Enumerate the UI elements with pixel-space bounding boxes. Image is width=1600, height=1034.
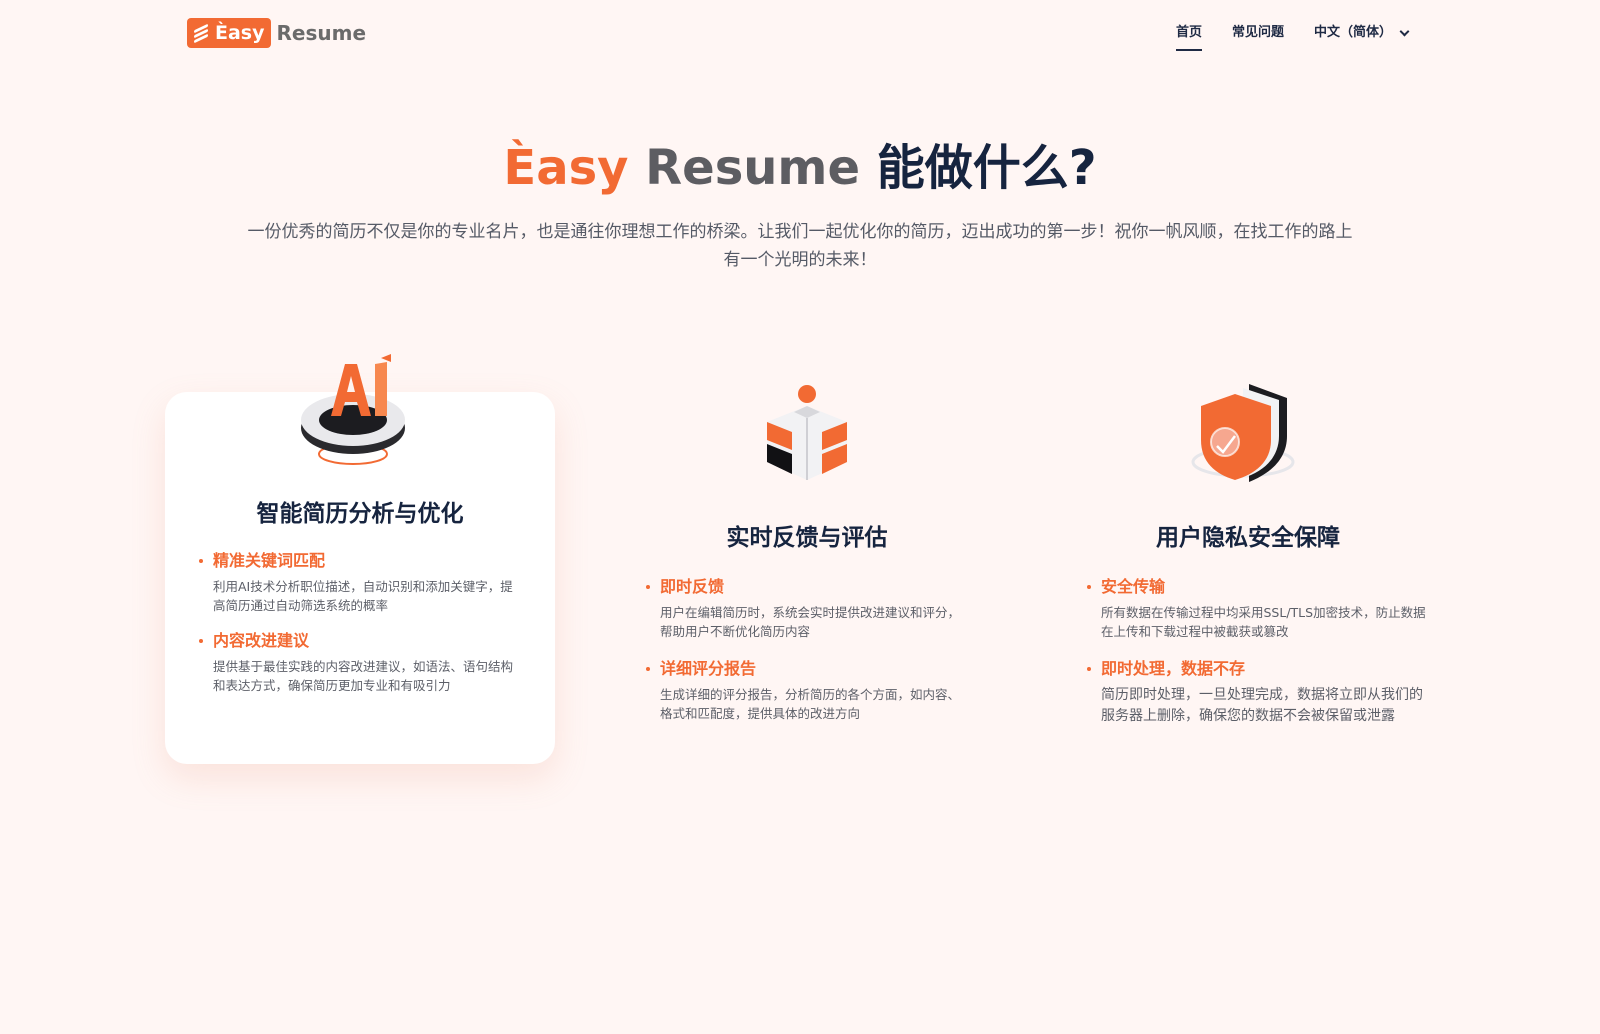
page-title: Èasy Resume 能做什么? xyxy=(0,135,1600,201)
ai-icon xyxy=(301,354,405,465)
logo-badge: Èasy xyxy=(187,18,271,48)
feature-item: 安全传输 所有数据在传输过程中均采用SSL/TLS加密技术，防止数据在上传和下载… xyxy=(1087,576,1427,641)
bullet-icon xyxy=(1087,667,1091,671)
title-rest: 能做什么? xyxy=(876,140,1097,196)
feature-desc: 生成详细的评分报告，分析简历的各个方面，如内容、格式和匹配度，提供具体的改进方向 xyxy=(660,687,961,721)
feature-card-feedback[interactable]: 实时反馈与评估 即时反馈 用户在编辑简历时，系统会实时提供改进建议和评分，帮助用… xyxy=(612,385,1002,764)
bullet-icon xyxy=(1087,585,1091,589)
nav-home[interactable]: 首页 xyxy=(1175,21,1202,51)
logo-text: Resume xyxy=(276,21,367,45)
card-title: 实时反馈与评估 xyxy=(726,525,888,551)
bullet-icon xyxy=(199,639,203,643)
feature-title: 精准关键词匹配 xyxy=(213,551,326,570)
cube-blocks-icon xyxy=(767,385,847,480)
logo-mark-icon xyxy=(192,23,210,44)
bullet-icon xyxy=(199,559,203,563)
logo[interactable]: Èasy Resume xyxy=(187,18,366,48)
feature-title: 即时反馈 xyxy=(660,577,725,596)
feature-desc: 简历即时处理，一旦处理完成，数据将立即从我们的服务器上删除，确保您的数据不会被保… xyxy=(1101,687,1423,724)
logo-badge-text: Èasy xyxy=(215,22,265,44)
title-easy: Èasy xyxy=(503,140,629,196)
feature-title: 内容改进建议 xyxy=(213,631,310,650)
feature-desc: 提供基于最佳实践的内容改进建议，如语法、语句结构和表达方式，确保简历更加专业和有… xyxy=(213,659,514,693)
feature-card-privacy[interactable]: 用户隐私安全保障 安全传输 所有数据在传输过程中均采用SSL/TLS加密技术，防… xyxy=(1053,384,1443,764)
feature-item: 即时反馈 用户在编辑简历时，系统会实时提供改进建议和评分，帮助用户不断优化简历内… xyxy=(646,576,966,641)
feature-item: 精准关键词匹配 利用AI技术分析职位描述，自动识别和添加关键字，提高简历通过自动… xyxy=(199,550,519,615)
top-nav: 首页 常见问题 中文（简体） xyxy=(1146,0,1410,66)
feature-card-ai[interactable]: 智能简历分析与优化 精准关键词匹配 利用AI技术分析职位描述，自动识别和添加关键… xyxy=(165,354,555,764)
nav-faq[interactable]: 常见问题 xyxy=(1232,21,1284,45)
shield-icon xyxy=(1191,384,1295,482)
feature-title: 安全传输 xyxy=(1101,577,1166,596)
feature-desc: 所有数据在传输过程中均采用SSL/TLS加密技术，防止数据在上传和下载过程中被截… xyxy=(1101,605,1426,639)
top-header: Èasy Resume 首页 常见问题 中文（简体） xyxy=(0,0,1600,66)
page: Èasy Resume 首页 常见问题 中文（简体） Èasy Resume 能… xyxy=(0,0,1600,1034)
feature-item: 详细评分报告 生成详细的评分报告，分析简历的各个方面，如内容、格式和匹配度，提供… xyxy=(646,658,966,723)
feature-item: 即时处理，数据不存 简历即时处理，一旦处理完成，数据将立即从我们的服务器上删除，… xyxy=(1087,658,1427,727)
card-title: 用户隐私安全保障 xyxy=(1156,525,1340,551)
feature-desc: 用户在编辑简历时，系统会实时提供改进建议和评分，帮助用户不断优化简历内容 xyxy=(660,605,961,639)
feature-desc: 利用AI技术分析职位描述，自动识别和添加关键字，提高简历通过自动筛选系统的概率 xyxy=(213,579,513,613)
feature-item: 内容改进建议 提供基于最佳实践的内容改进建议，如语法、语句结构和表达方式，确保简… xyxy=(199,630,519,695)
language-selector[interactable]: 中文（简体） xyxy=(1313,21,1410,45)
bullet-icon xyxy=(646,667,650,671)
card-title: 智能简历分析与优化 xyxy=(256,501,464,527)
bullet-icon xyxy=(646,585,650,589)
feature-title: 即时处理，数据不存 xyxy=(1101,659,1246,678)
feature-title: 详细评分报告 xyxy=(660,659,757,678)
chevron-down-icon xyxy=(1399,26,1410,36)
title-resume: Resume xyxy=(645,140,860,196)
language-label: 中文（简体） xyxy=(1313,25,1392,40)
hero-subtitle: 一份优秀的简历不仅是你的专业名片，也是通往你理想工作的桥梁。让我们一起优化你的简… xyxy=(247,222,1353,270)
